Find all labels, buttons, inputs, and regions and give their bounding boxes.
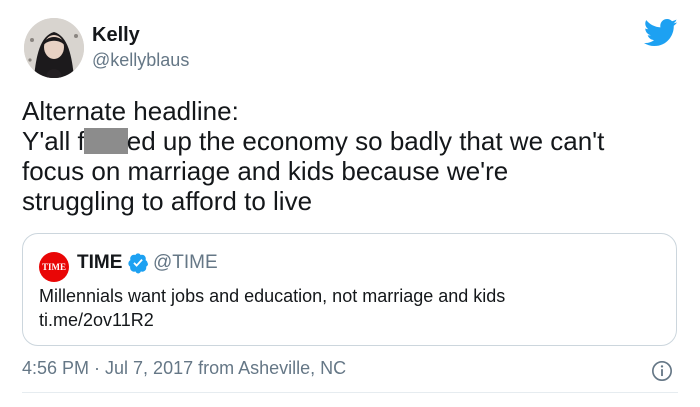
- quoted-author-name[interactable]: TIME: [77, 252, 122, 274]
- time-logo-avatar[interactable]: TIME: [39, 252, 69, 282]
- tweet-line-2-end: ed up the economy so badly that we can't: [126, 126, 605, 156]
- tweet-card: Kelly @kellyblaus Alternate headline: Y'…: [0, 0, 700, 407]
- tweet-line-3: focus on marriage and kids because we're: [22, 156, 509, 186]
- quoted-author-handle[interactable]: @TIME: [153, 252, 218, 274]
- author-avatar[interactable]: [24, 18, 84, 78]
- tweet-line-4: struggling to afford to live: [22, 186, 313, 216]
- author-handle[interactable]: @kellyblaus: [92, 50, 189, 71]
- tweet-timestamp[interactable]: 4:56 PM · Jul 7, 2017 from Asheville, NC: [22, 358, 346, 379]
- quoted-tweet-text: Millennials want jobs and education, not…: [39, 286, 506, 306]
- verified-badge-icon: [128, 253, 149, 274]
- tweet-line-1: Alternate headline:: [22, 96, 239, 126]
- avatar-image: [24, 18, 84, 78]
- quoted-tweet[interactable]: TIME TIME @TIME Millennials want jobs an…: [22, 233, 677, 346]
- tweet-line-2-start: Y'all f: [22, 126, 85, 156]
- info-icon[interactable]: [651, 360, 673, 382]
- twitter-bird-icon[interactable]: [644, 18, 678, 48]
- tweet-text: Alternate headline: Y'all f ed up the eco…: [22, 96, 682, 216]
- quoted-tweet-link[interactable]: ti.me/2ov11R2: [39, 309, 154, 331]
- censor-block: [83, 128, 128, 154]
- footer-divider: [22, 392, 678, 393]
- author-name[interactable]: Kelly: [92, 24, 140, 47]
- tweet-line-2: Y'all f ed up the economy so badly that w…: [22, 126, 682, 156]
